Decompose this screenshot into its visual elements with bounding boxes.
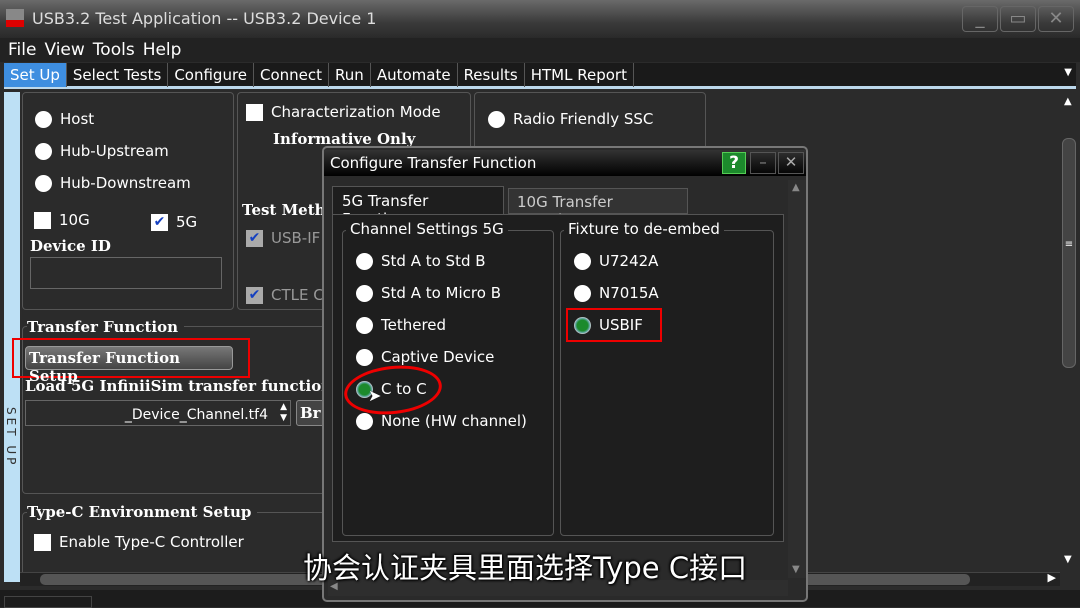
scroll-right-icon[interactable]: ▶ bbox=[1048, 571, 1056, 584]
dialog-vertical-scrollbar[interactable]: ▲ ▼ bbox=[788, 180, 806, 578]
tab-configure[interactable]: Configure bbox=[168, 63, 255, 87]
video-subtitle: 协会认证夹具里面选择Type C接口 bbox=[303, 551, 748, 585]
device-id-label: Device ID bbox=[30, 237, 111, 255]
fixture-label: Fixture to de-embed bbox=[564, 220, 724, 238]
checkbox-5g[interactable]: ✔ 5G bbox=[151, 213, 197, 231]
radio-captive-device[interactable]: Captive Device bbox=[356, 348, 494, 366]
transfer-function-setup-button[interactable]: Transfer Function Setup bbox=[25, 346, 233, 385]
radio-u7242a[interactable]: U7242A bbox=[574, 252, 658, 270]
scroll-up-icon[interactable]: ▲ bbox=[1064, 96, 1072, 107]
menu-bar: File View Tools Help bbox=[0, 38, 1080, 62]
vertical-scroll-thumb[interactable]: ≡ bbox=[1062, 138, 1076, 368]
fixture-group bbox=[560, 230, 774, 536]
dialog-scroll-up-icon[interactable]: ▲ bbox=[792, 182, 800, 193]
spinner-icon[interactable]: ▲ ▼ bbox=[280, 402, 287, 424]
typec-group-label: Type-C Environment Setup bbox=[27, 503, 258, 521]
checkbox-ctle[interactable]: ✔ CTLE C bbox=[246, 286, 324, 304]
vertical-scrollbar[interactable]: ▲ ≡ ▼ bbox=[1060, 92, 1078, 570]
radio-none-hw-channel[interactable]: None (HW channel) bbox=[356, 412, 527, 430]
help-icon[interactable]: ? bbox=[722, 152, 746, 174]
window-title: USB3.2 Test Application -- USB3.2 Device… bbox=[32, 9, 377, 28]
test-method-label: Test Meth bbox=[242, 201, 326, 219]
load-transfer-function-label: Load 5G InfiniiSim transfer function bbox=[25, 377, 333, 395]
highlight-box-usbif bbox=[566, 308, 662, 342]
device-id-input[interactable] bbox=[30, 257, 222, 289]
dialog-minimize-button[interactable]: – bbox=[750, 152, 776, 174]
status-segment bbox=[4, 596, 92, 608]
side-label: SET UP bbox=[4, 92, 20, 582]
menu-help[interactable]: Help bbox=[143, 38, 182, 62]
menu-tools[interactable]: Tools bbox=[93, 38, 135, 62]
app-icon bbox=[6, 9, 24, 27]
checkbox-usb-if[interactable]: ✔ USB-IF bbox=[246, 229, 320, 247]
tab-results[interactable]: Results bbox=[458, 63, 525, 87]
menu-file[interactable]: File bbox=[8, 38, 36, 62]
dialog-close-button[interactable]: ✕ bbox=[778, 152, 804, 174]
restore-button[interactable]: ▭ bbox=[1000, 6, 1036, 32]
radio-n7015a[interactable]: N7015A bbox=[574, 284, 659, 302]
radio-std-a-to-std-b[interactable]: Std A to Std B bbox=[356, 252, 486, 270]
channel-settings-label: Channel Settings 5G bbox=[346, 220, 508, 238]
radio-hub-upstream[interactable]: Hub-Upstream bbox=[35, 142, 169, 160]
tab-5g-transfer-function[interactable]: 5G Transfer Function bbox=[332, 186, 504, 228]
checkbox-enable-typec-controller[interactable]: Enable Type-C Controller bbox=[34, 533, 244, 551]
title-bar: USB3.2 Test Application -- USB3.2 Device… bbox=[0, 0, 1080, 38]
scroll-down-icon[interactable]: ▼ bbox=[1064, 554, 1072, 565]
radio-std-a-to-micro-b[interactable]: Std A to Micro B bbox=[356, 284, 501, 302]
radio-radio-friendly-ssc[interactable]: Radio Friendly SSC bbox=[488, 110, 653, 128]
radio-host[interactable]: Host bbox=[35, 110, 94, 128]
tab-10g-transfer-function[interactable]: 10G Transfer Function bbox=[508, 188, 688, 229]
tabs-overflow-icon[interactable]: ▼ bbox=[1064, 67, 1072, 78]
tab-set-up[interactable]: Set Up bbox=[4, 63, 67, 87]
close-button[interactable]: ✕ bbox=[1038, 6, 1074, 32]
radio-tethered[interactable]: Tethered bbox=[356, 316, 446, 334]
menu-view[interactable]: View bbox=[44, 38, 84, 62]
mouse-cursor-icon: ➤ bbox=[368, 386, 382, 405]
transfer-function-group-label: Transfer Function bbox=[27, 318, 185, 336]
tab-html-report[interactable]: HTML Report bbox=[525, 63, 634, 87]
transfer-function-file-input[interactable]: _Device_Channel.tf4 ▲ ▼ bbox=[25, 400, 291, 426]
minimize-button[interactable]: _ bbox=[962, 6, 998, 32]
tab-select-tests[interactable]: Select Tests bbox=[67, 63, 169, 87]
tab-automate[interactable]: Automate bbox=[371, 63, 458, 87]
tab-connect[interactable]: Connect bbox=[254, 63, 330, 87]
checkbox-characterization-mode[interactable]: Characterization Mode bbox=[246, 103, 441, 121]
radio-hub-downstream[interactable]: Hub-Downstream bbox=[35, 174, 191, 192]
tab-run[interactable]: Run bbox=[329, 63, 371, 87]
dialog-scroll-down-icon[interactable]: ▼ bbox=[792, 564, 800, 575]
checkbox-10g[interactable]: 10G bbox=[34, 211, 90, 229]
configure-transfer-function-dialog: Configure Transfer Function ? – ✕ 5G Tra… bbox=[322, 146, 808, 602]
main-tabs: Set Up Select Tests Configure Connect Run Aut… bbox=[4, 63, 1076, 89]
